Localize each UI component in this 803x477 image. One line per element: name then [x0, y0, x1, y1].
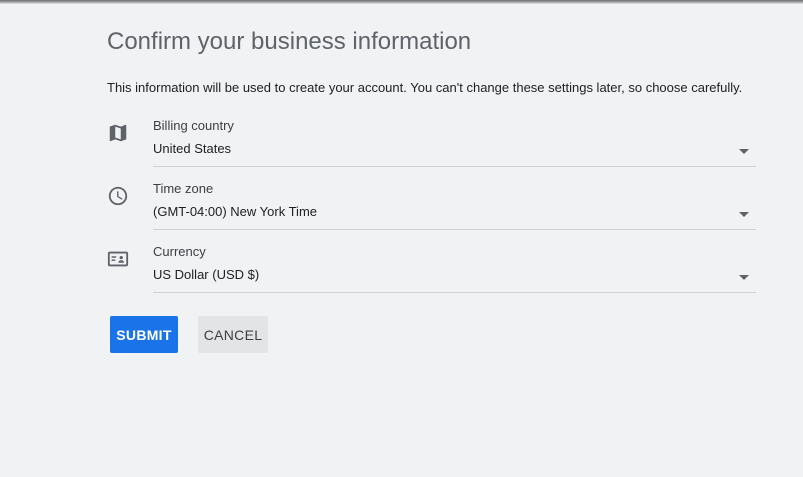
cancel-button[interactable]: CANCEL [198, 316, 268, 353]
billing-country-label: Billing country [153, 118, 234, 133]
time-zone-select[interactable]: (GMT-04:00) New York Time [153, 197, 756, 230]
currency-label: Currency [153, 244, 206, 259]
dropdown-arrow-icon [739, 212, 749, 217]
page-description: This information will be used to create … [107, 80, 743, 95]
dropdown-arrow-icon [739, 149, 749, 154]
top-shadow-bar [0, 0, 803, 4]
submit-button[interactable]: SUBMIT [110, 316, 178, 353]
billing-country-field: Billing country United States [107, 118, 756, 174]
billing-country-value: United States [153, 141, 232, 156]
map-icon [107, 122, 129, 144]
currency-value: US Dollar (USD $) [153, 267, 260, 282]
currency-select[interactable]: US Dollar (USD $) [153, 260, 756, 293]
time-zone-field: Time zone (GMT-04:00) New York Time [107, 181, 756, 237]
time-zone-label: Time zone [153, 181, 214, 196]
billing-country-select[interactable]: United States [153, 134, 756, 167]
currency-field: Currency US Dollar (USD $) [107, 244, 756, 300]
time-zone-value: (GMT-04:00) New York Time [153, 204, 317, 219]
clock-icon [107, 185, 129, 207]
page-title: Confirm your business information [107, 28, 472, 55]
currency-id-card-icon [107, 248, 129, 270]
dropdown-arrow-icon [739, 275, 749, 280]
